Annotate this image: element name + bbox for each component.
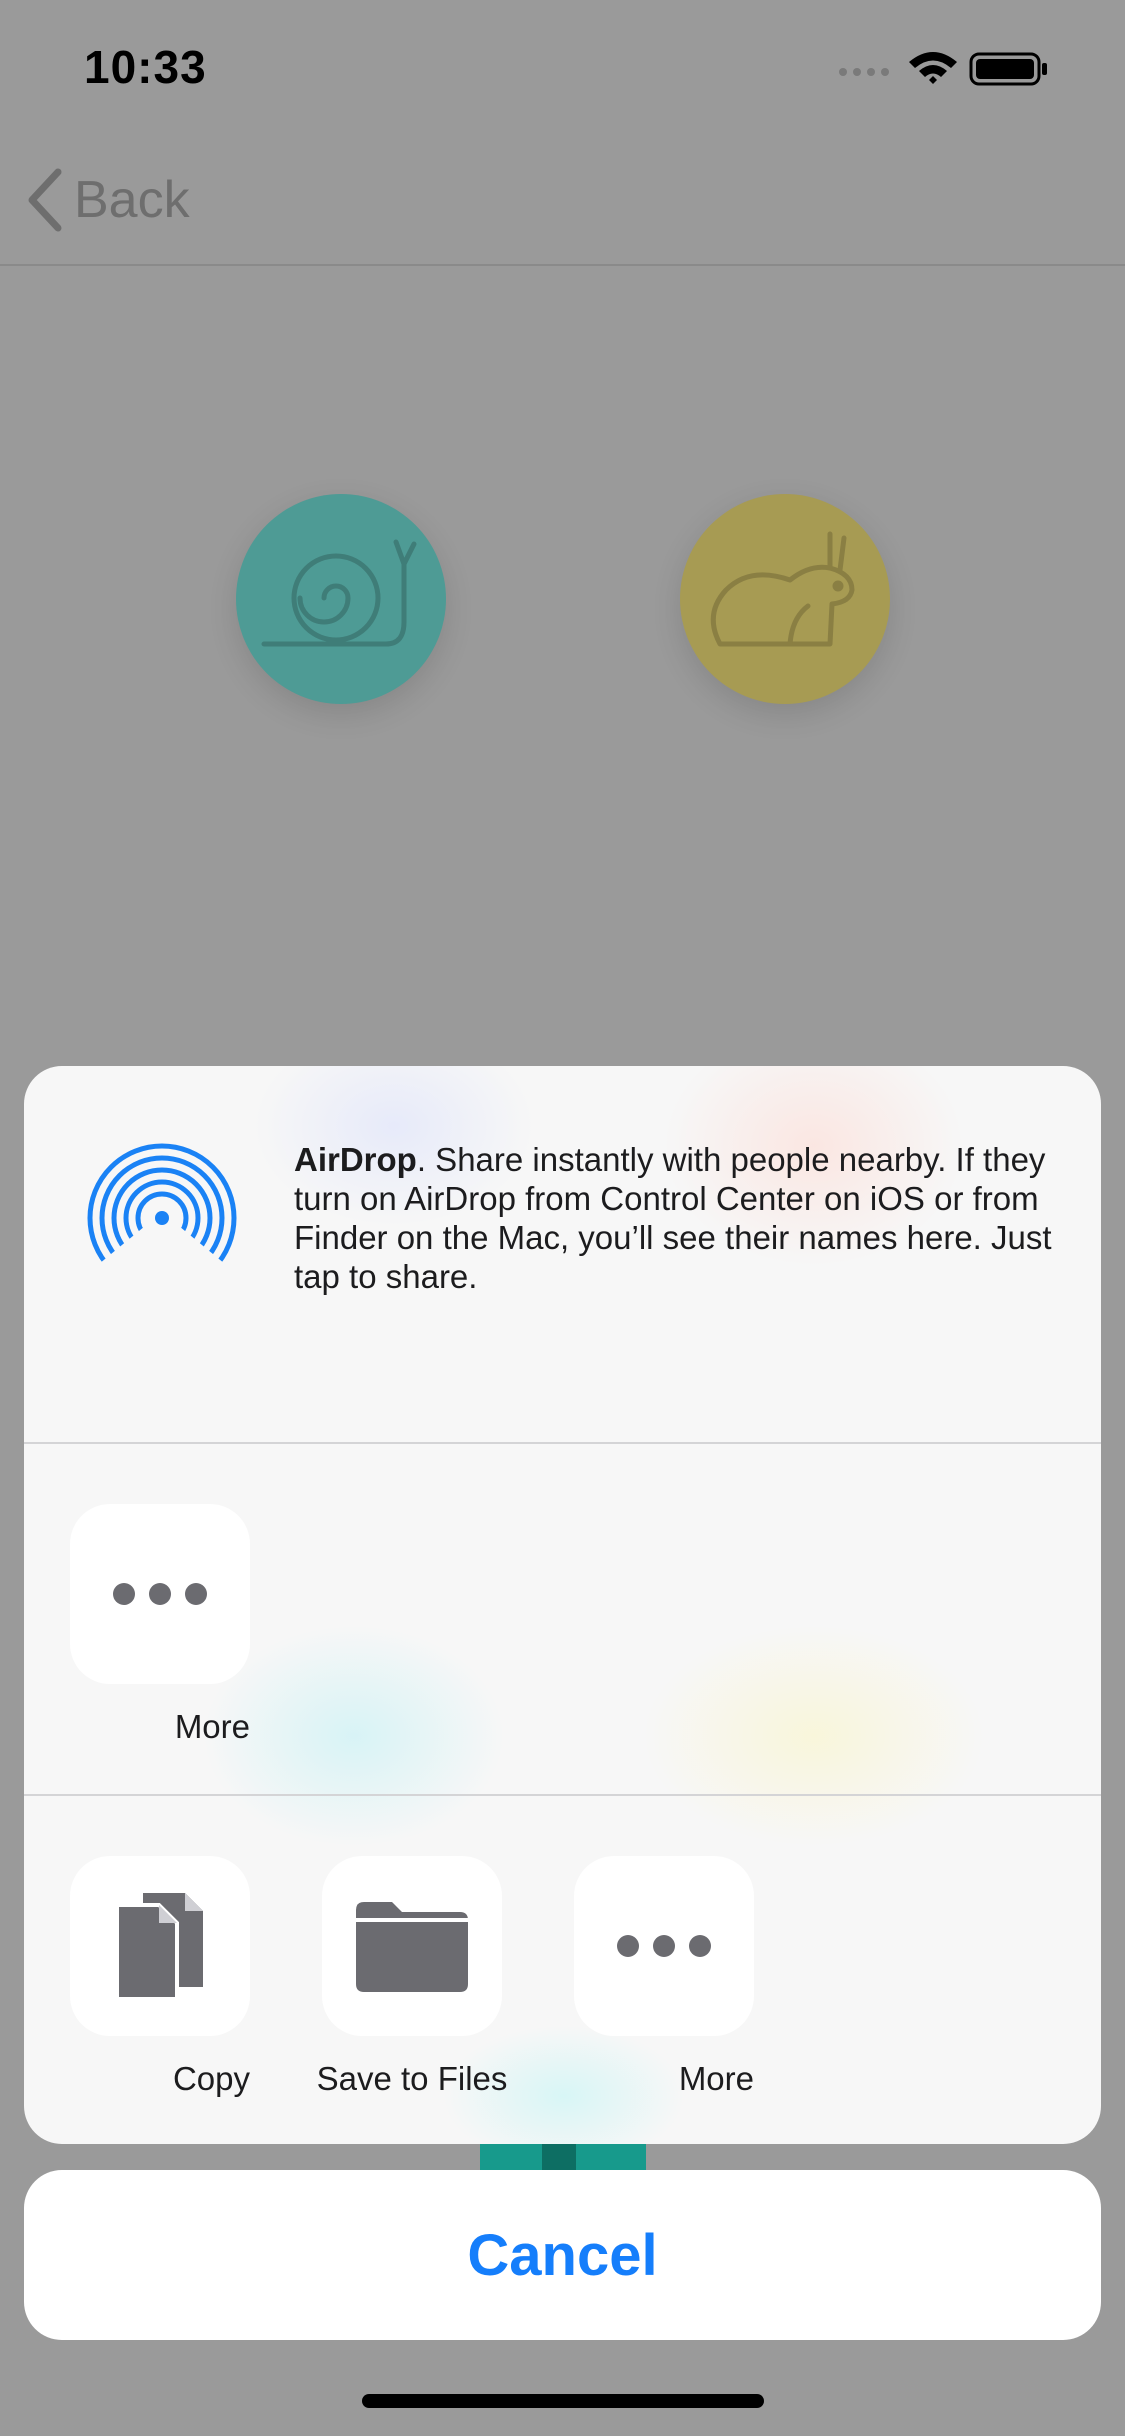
save-to-files-label: Save to Files [316, 2060, 508, 2097]
app-more-button[interactable]: More [70, 1504, 250, 1746]
status-icons [835, 48, 1085, 88]
more-icon [113, 1583, 207, 1605]
back-button[interactable]: Back [24, 160, 190, 240]
folder-icon [356, 1902, 468, 1992]
share-sheet: AirDrop. Share instantly with people nea… [24, 1066, 1101, 2144]
home-indicator[interactable] [362, 2394, 764, 2408]
copy-button[interactable]: Copy [70, 1856, 250, 2098]
cancel-label: Cancel [467, 2222, 658, 2288]
wifi-icon [909, 52, 957, 84]
cancel-button[interactable]: Cancel [24, 2170, 1101, 2340]
status-bar: 10:33 [0, 0, 1125, 140]
more-icon [617, 1935, 711, 1957]
apps-row: More [24, 1444, 1101, 1796]
copy-tile[interactable] [70, 1856, 250, 2036]
rabbit-icon [710, 531, 855, 647]
navigation-bar: Back [0, 140, 1125, 266]
battery-icon [969, 52, 1047, 86]
action-more-label: More [678, 2060, 754, 2097]
app-more-label: More [174, 1708, 250, 1745]
snail-option [236, 494, 446, 704]
airdrop-section: AirDrop. Share instantly with people nea… [24, 1066, 1101, 1444]
airdrop-title: AirDrop [294, 1141, 417, 1178]
copy-icon [115, 1893, 203, 2001]
actions-row: Copy Save to Files More [24, 1796, 1101, 2144]
save-to-files-tile[interactable] [322, 1856, 502, 2036]
airdrop-description: AirDrop. Share instantly with people nea… [294, 1140, 1074, 1296]
back-label: Back [74, 171, 190, 229]
app-more-tile[interactable] [70, 1504, 250, 1684]
airdrop-icon [87, 1143, 237, 1278]
rabbit-option [680, 494, 890, 704]
action-more-tile[interactable] [574, 1856, 754, 2036]
copy-label: Copy [172, 2060, 250, 2097]
status-time: 10:33 [84, 41, 207, 93]
save-to-files-button[interactable]: Save to Files [317, 1856, 507, 2098]
chevron-left-icon [28, 168, 62, 232]
snail-icon [261, 539, 417, 647]
signal-icon [839, 68, 889, 76]
action-more-button[interactable]: More [574, 1856, 754, 2098]
